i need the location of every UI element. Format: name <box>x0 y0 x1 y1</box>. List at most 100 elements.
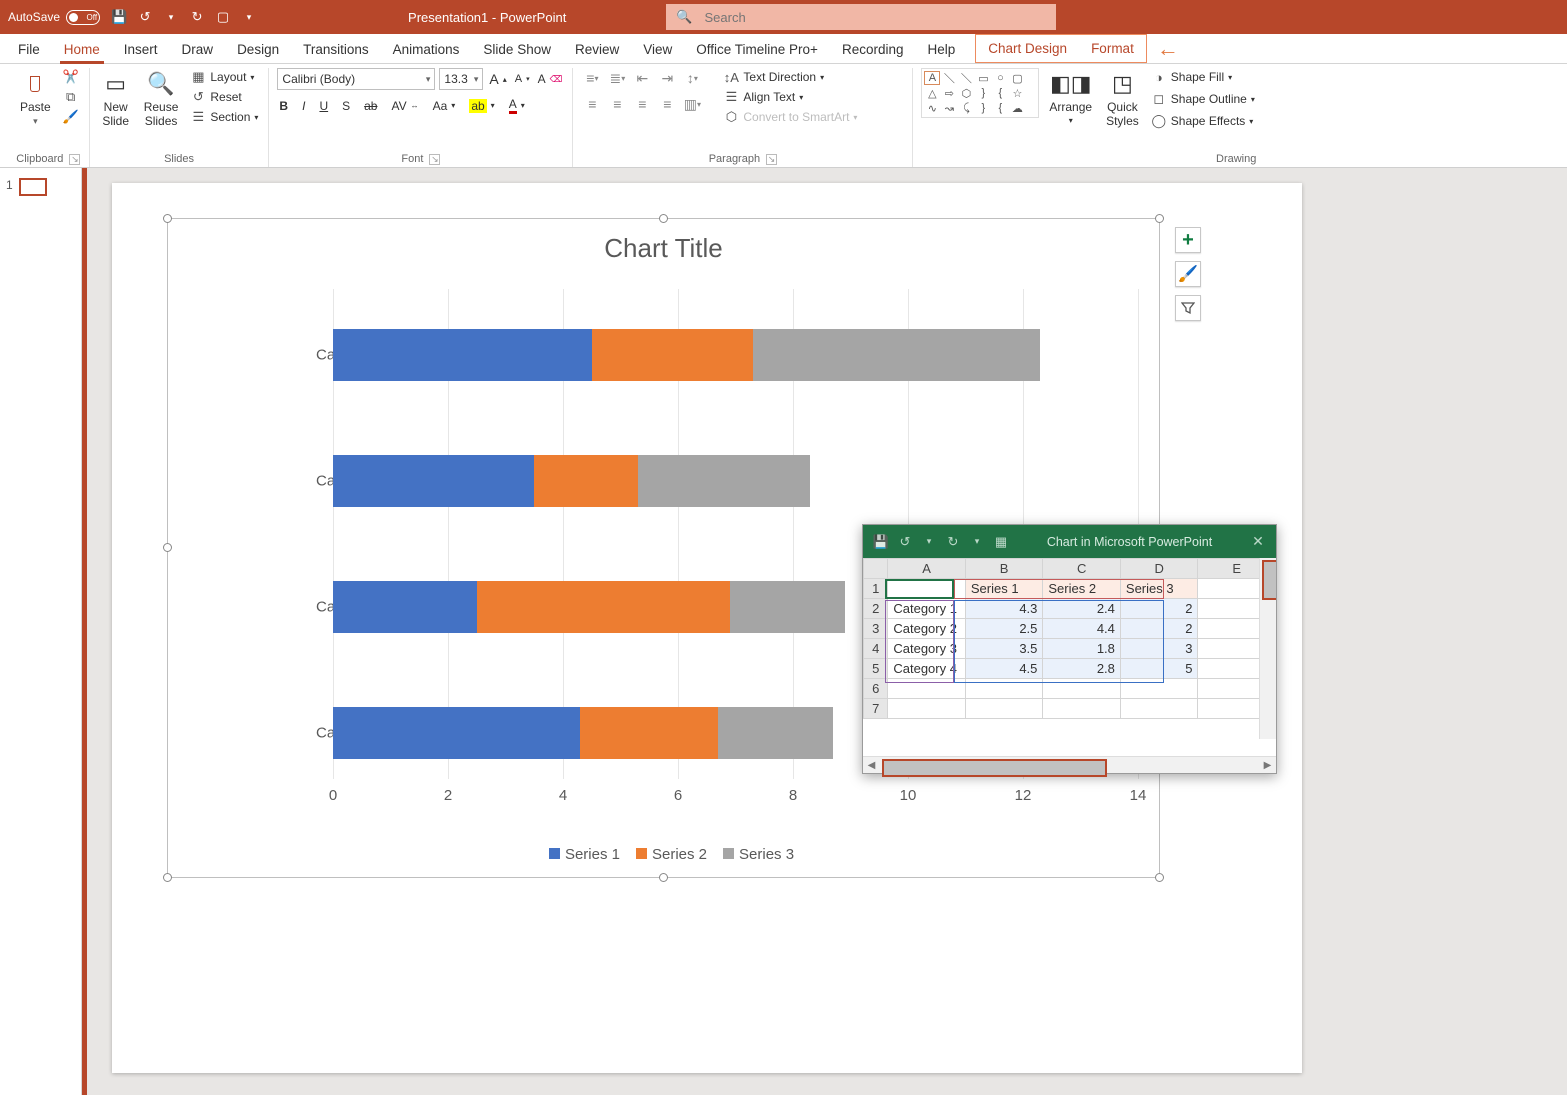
dialog-launcher-icon[interactable]: ↘ <box>69 154 80 165</box>
chart-bar-segment[interactable] <box>534 455 638 507</box>
cell[interactable]: 3 <box>1120 639 1198 659</box>
autosave-toggle[interactable]: AutoSave Off <box>8 10 100 25</box>
cell[interactable] <box>888 579 966 599</box>
shape-lbrace2-icon[interactable]: { <box>992 101 1008 115</box>
slide[interactable]: Chart Title 02468101214Category 4Categor… <box>112 183 1302 1073</box>
clear-formatting-icon[interactable]: A⌫ <box>536 71 565 87</box>
undo-dropdown-icon[interactable]: ▾ <box>162 8 180 26</box>
shape-curl2-icon[interactable]: ↝ <box>941 101 957 115</box>
excel-scrollbar-horizontal[interactable]: ◀ ▶ <box>863 756 1276 773</box>
cell[interactable]: 2 <box>1120 619 1198 639</box>
qat-customize-icon[interactable]: ▾ <box>240 8 258 26</box>
shape-triangle-icon[interactable]: △ <box>924 86 940 100</box>
shape-cloud-icon[interactable]: ☁ <box>1009 101 1025 115</box>
font-name-combo[interactable]: Calibri (Body)▾ <box>277 68 435 90</box>
font-size-combo[interactable]: 13.3▾ <box>439 68 483 90</box>
shape-textbox-icon[interactable]: A <box>924 71 940 85</box>
canvas[interactable]: Chart Title 02468101214Category 4Categor… <box>82 168 1567 1095</box>
shape-conn-icon[interactable]: ⤹ <box>958 101 974 115</box>
cell[interactable]: 2 <box>1120 599 1198 619</box>
paste-button[interactable]: Paste ▾ <box>16 68 55 129</box>
section-button[interactable]: ☰Section▾ <box>188 108 260 126</box>
increase-indent-button[interactable]: ⇥ <box>656 68 678 88</box>
save-icon[interactable]: 💾 <box>110 8 128 26</box>
shape-line2-icon[interactable]: ＼ <box>958 71 974 85</box>
dialog-launcher-icon[interactable]: ↘ <box>429 154 440 165</box>
chart-bar-segment[interactable] <box>333 455 534 507</box>
resize-handle[interactable] <box>659 873 668 882</box>
scrollbar-thumb[interactable] <box>882 759 1107 777</box>
chart-bar-segment[interactable] <box>730 581 845 633</box>
search-box[interactable]: 🔍 <box>666 4 1056 30</box>
tab-design[interactable]: Design <box>225 36 291 63</box>
scroll-left-icon[interactable]: ◀ <box>863 757 880 773</box>
chart-styles-button[interactable]: 🖌️ <box>1175 261 1201 287</box>
tab-office-timeline[interactable]: Office Timeline Pro+ <box>684 36 830 63</box>
row-header[interactable]: 6 <box>864 679 888 699</box>
shape-rbrace-icon[interactable]: } <box>975 86 991 100</box>
cell[interactable]: Category 3 <box>888 639 966 659</box>
cell[interactable]: 3.5 <box>965 639 1043 659</box>
chart-legend[interactable]: Series 1Series 2Series 3 <box>168 846 1159 863</box>
column-header[interactable]: C <box>1043 559 1121 579</box>
reuse-slides-button[interactable]: 🔍 Reuse Slides <box>140 68 183 130</box>
tab-chart-design[interactable]: Chart Design <box>976 35 1079 62</box>
scrollbar-thumb[interactable] <box>1262 560 1276 600</box>
chart-bar-segment[interactable] <box>333 329 592 381</box>
decrease-font-icon[interactable]: A▾ <box>513 72 532 86</box>
chart-bar-segment[interactable] <box>580 707 718 759</box>
cell[interactable]: 5 <box>1120 659 1198 679</box>
chart-bar-segment[interactable] <box>333 707 580 759</box>
resize-handle[interactable] <box>1155 214 1164 223</box>
cell[interactable] <box>1043 699 1121 719</box>
start-from-beginning-icon[interactable]: ▢ <box>214 8 232 26</box>
increase-font-icon[interactable]: A▴ <box>487 70 508 88</box>
numbering-button[interactable]: ≣▾ <box>606 68 628 88</box>
save-icon[interactable]: 💾 <box>873 534 889 550</box>
slide-thumbnail[interactable] <box>19 178 47 196</box>
shape-hex-icon[interactable]: ⬡ <box>958 86 974 100</box>
row-header[interactable]: 1 <box>864 579 888 599</box>
cell[interactable]: 1.8 <box>1043 639 1121 659</box>
search-input[interactable] <box>703 9 1047 26</box>
bullets-button[interactable]: ≡▾ <box>581 68 603 88</box>
close-icon[interactable]: ✕ <box>1250 534 1266 550</box>
copy-button[interactable]: ⧉ <box>61 88 81 106</box>
chart-filters-button[interactable] <box>1175 295 1201 321</box>
chart-bar-segment[interactable] <box>592 329 753 381</box>
chart-title[interactable]: Chart Title <box>168 219 1159 270</box>
align-right-button[interactable]: ≡ <box>631 94 653 114</box>
cell[interactable] <box>965 679 1043 699</box>
tab-file[interactable]: File <box>6 36 52 63</box>
layout-button[interactable]: ▦Layout▾ <box>188 68 260 86</box>
scroll-right-icon[interactable]: ▶ <box>1259 757 1276 773</box>
tab-insert[interactable]: Insert <box>112 36 170 63</box>
cell[interactable]: 2.8 <box>1043 659 1121 679</box>
decrease-indent-button[interactable]: ⇤ <box>631 68 653 88</box>
resize-handle[interactable] <box>163 214 172 223</box>
shape-rect-icon[interactable]: ▭ <box>975 71 991 85</box>
convert-smartart-button[interactable]: ⬡Convert to SmartArt▾ <box>721 108 859 126</box>
row-header[interactable]: 5 <box>864 659 888 679</box>
excel-titlebar[interactable]: 💾 ↺ ▾ ↻ ▾ ▦ Chart in Microsoft PowerPoin… <box>863 525 1276 558</box>
chart-bar-segment[interactable] <box>753 329 1041 381</box>
arrange-button[interactable]: ◧◨ Arrange ▾ <box>1045 68 1096 127</box>
undo-icon[interactable]: ↺ <box>136 8 154 26</box>
column-header[interactable]: A <box>888 559 966 579</box>
cell[interactable]: Series 3 <box>1120 579 1198 599</box>
cell[interactable]: Series 1 <box>965 579 1043 599</box>
tab-draw[interactable]: Draw <box>170 36 226 63</box>
resize-handle[interactable] <box>163 873 172 882</box>
row-header[interactable]: 7 <box>864 699 888 719</box>
tab-transitions[interactable]: Transitions <box>291 36 381 63</box>
redo-icon[interactable]: ↻ <box>945 534 961 550</box>
column-header[interactable]: D <box>1120 559 1198 579</box>
tab-review[interactable]: Review <box>563 36 631 63</box>
shape-fill-button[interactable]: ◑Shape Fill▾ <box>1149 68 1257 86</box>
toggle-switch[interactable]: Off <box>66 10 100 25</box>
character-spacing-button[interactable]: AV↔ <box>389 98 420 114</box>
tab-slideshow[interactable]: Slide Show <box>471 36 563 63</box>
quick-styles-button[interactable]: ◳ Quick Styles <box>1102 68 1143 130</box>
undo-icon[interactable]: ↺ <box>897 534 913 550</box>
strikethrough-button[interactable]: ab <box>362 98 379 114</box>
